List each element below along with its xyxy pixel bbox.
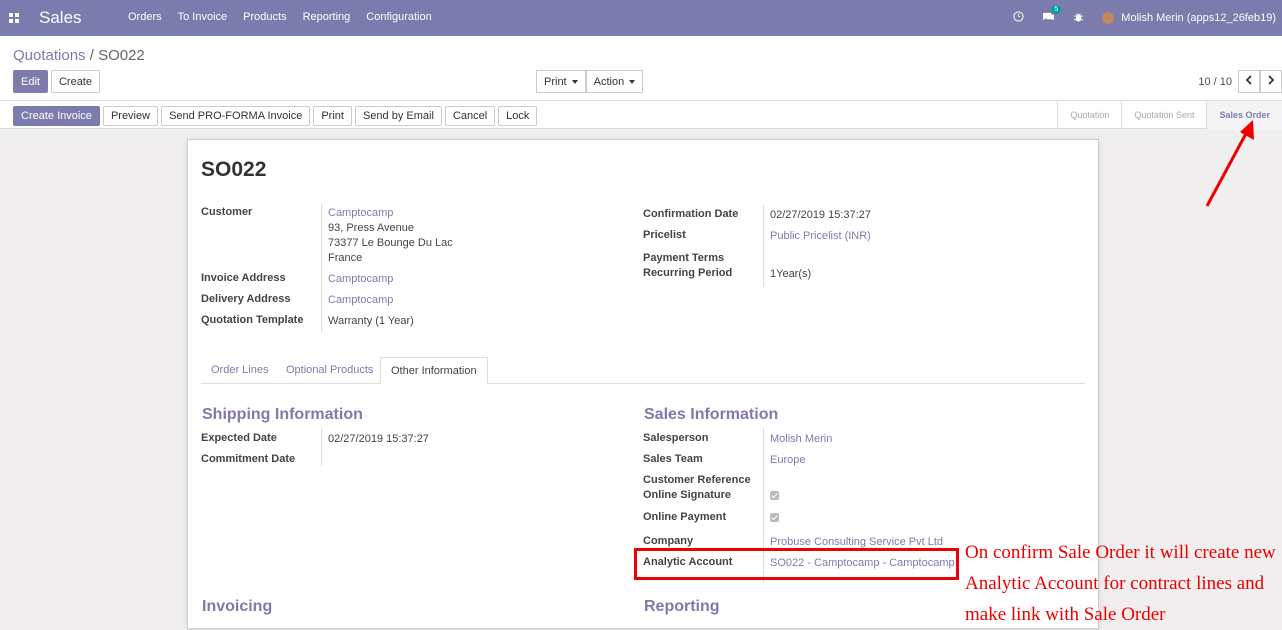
- analytic-account-highlight: [634, 548, 959, 580]
- create-invoice-button[interactable]: Create Invoice: [13, 106, 100, 126]
- invoice-address-field[interactable]: Camptocamp: [328, 273, 393, 285]
- sidebar-buttons: Print Action: [536, 70, 644, 93]
- online-payment-checkbox[interactable]: [770, 513, 779, 522]
- online-payment-label: Online Payment: [643, 511, 727, 523]
- send-email-button[interactable]: Send by Email: [354, 106, 442, 126]
- expected-date-field: 02/27/2019 15:37:27: [328, 433, 429, 445]
- menu-products[interactable]: Products: [243, 11, 286, 23]
- messages-badge: 5: [1051, 5, 1062, 14]
- bug-icon[interactable]: [1073, 11, 1084, 26]
- expected-date-label: Expected Date: [201, 432, 277, 444]
- systray: 5 Molish Merin (apps12_26feb19): [1013, 0, 1282, 36]
- preview-button[interactable]: Preview: [102, 106, 159, 126]
- company-label: Company: [643, 535, 694, 547]
- field-separator: [321, 428, 322, 466]
- payment-terms-label: Payment Terms: [643, 252, 725, 264]
- page-title: SO022: [201, 158, 267, 181]
- shipping-section-title: Shipping Information: [202, 406, 363, 423]
- print-dropdown[interactable]: Print: [536, 70, 586, 93]
- messages-icon[interactable]: 5: [1042, 5, 1062, 25]
- control-panel: Quotations / SO022 Edit Create Print Act…: [0, 36, 1282, 101]
- online-signature-checkbox[interactable]: [770, 491, 779, 500]
- create-button[interactable]: Create: [50, 70, 100, 93]
- delivery-address-label: Delivery Address: [201, 293, 291, 305]
- lock-button[interactable]: Lock: [498, 106, 538, 126]
- sales-team-field[interactable]: Europe: [770, 454, 805, 466]
- menu-reporting[interactable]: Reporting: [303, 11, 351, 23]
- confirmation-date-field[interactable]: 02/27/2019 15:37:27: [770, 209, 871, 221]
- print-label: Print: [544, 76, 567, 88]
- confirmation-date-label: Confirmation Date: [643, 208, 739, 220]
- menu-to-invoice[interactable]: To Invoice: [178, 11, 228, 23]
- action-dropdown[interactable]: Action: [585, 70, 644, 93]
- breadcrumb: Quotations / SO022: [13, 47, 145, 64]
- invoice-address-label: Invoice Address: [201, 272, 286, 284]
- pager-next-button[interactable]: [1260, 70, 1282, 93]
- user-name: Molish Merin (apps12_26feb19): [1121, 11, 1276, 24]
- menu-orders[interactable]: Orders: [128, 11, 162, 23]
- app-title[interactable]: Sales: [39, 8, 82, 28]
- main-menu: Orders To Invoice Products Reporting Con…: [120, 11, 440, 23]
- clock-icon[interactable]: [1013, 11, 1025, 25]
- chevron-left-icon: [1245, 75, 1252, 85]
- stage-quotation[interactable]: Quotation: [1057, 101, 1121, 129]
- commitment-date-label: Commitment Date: [201, 453, 296, 465]
- customer-reference-label: Customer Reference: [643, 474, 751, 486]
- status-bar: Create Invoice Preview Send PRO-FORMA In…: [0, 101, 1282, 129]
- reporting-section-title: Reporting: [644, 598, 720, 615]
- company-field[interactable]: Probuse Consulting Service Pvt Ltd: [770, 536, 943, 548]
- customer-address-line: 73377 Le Bounge Du Lac: [328, 237, 453, 249]
- quotation-template-label: Quotation Template: [201, 314, 304, 326]
- invoicing-section-title: Invoicing: [202, 598, 273, 615]
- recurring-period-field[interactable]: 1Year(s): [770, 268, 811, 280]
- delivery-address-field[interactable]: Camptocamp: [328, 294, 393, 306]
- recurring-period-label: Recurring Period: [643, 267, 733, 279]
- customer-address-line: 93, Press Avenue: [328, 222, 415, 234]
- salesperson-field[interactable]: Molish Merin: [770, 433, 832, 445]
- edit-buttons: Edit Create: [13, 70, 100, 93]
- sales-team-label: Sales Team: [643, 453, 703, 465]
- edit-button[interactable]: Edit: [13, 70, 48, 93]
- pricelist-field[interactable]: Public Pricelist (INR): [770, 230, 871, 242]
- notebook-tabs: Order Lines Optional Products Other Info…: [201, 357, 1085, 384]
- annotation-text: On confirm Sale Order it will create new…: [965, 542, 1276, 625]
- quotation-template-field[interactable]: Warranty (1 Year): [328, 315, 414, 327]
- avatar: [1102, 12, 1115, 25]
- breadcrumb-quotations[interactable]: Quotations: [13, 47, 86, 64]
- online-signature-label: Online Signature: [643, 489, 732, 501]
- pager-previous-button[interactable]: [1238, 70, 1260, 93]
- pager-value[interactable]: 10 / 10: [1198, 76, 1232, 88]
- menu-configuration[interactable]: Configuration: [366, 11, 431, 23]
- user-menu[interactable]: Molish Merin (apps12_26feb19): [1102, 11, 1276, 25]
- chevron-right-icon: [1268, 75, 1275, 85]
- salesperson-label: Salesperson: [643, 432, 709, 444]
- caret-down-icon: [571, 80, 578, 85]
- caret-down-icon: [629, 80, 636, 85]
- status-buttons: Create Invoice Preview Send PRO-FORMA In…: [13, 106, 538, 126]
- print-button[interactable]: Print: [313, 106, 352, 126]
- tab-other-information[interactable]: Other Information: [380, 357, 488, 384]
- tab-order-lines[interactable]: Order Lines: [201, 357, 278, 384]
- breadcrumb-current: SO022: [98, 47, 145, 64]
- cancel-button[interactable]: Cancel: [444, 106, 496, 126]
- field-separator: [321, 204, 322, 332]
- field-separator: [763, 204, 764, 286]
- pricelist-label: Pricelist: [643, 229, 686, 241]
- customer-field[interactable]: Camptocamp: [328, 207, 393, 219]
- apps-menu-icon[interactable]: [9, 13, 19, 23]
- arrow-icon: [1205, 120, 1254, 207]
- tab-optional-products[interactable]: Optional Products: [276, 357, 383, 384]
- sales-section-title: Sales Information: [644, 406, 779, 423]
- top-navbar: Sales Orders To Invoice Products Reporti…: [0, 0, 1282, 36]
- breadcrumb-separator: /: [89, 47, 94, 64]
- action-label: Action: [593, 76, 625, 88]
- pager: 10 / 10: [1198, 70, 1282, 93]
- customer-label: Customer: [201, 206, 253, 218]
- customer-address-line: France: [328, 252, 363, 264]
- stage-quotation-sent[interactable]: Quotation Sent: [1121, 101, 1206, 129]
- send-proforma-button[interactable]: Send PRO-FORMA Invoice: [161, 106, 311, 126]
